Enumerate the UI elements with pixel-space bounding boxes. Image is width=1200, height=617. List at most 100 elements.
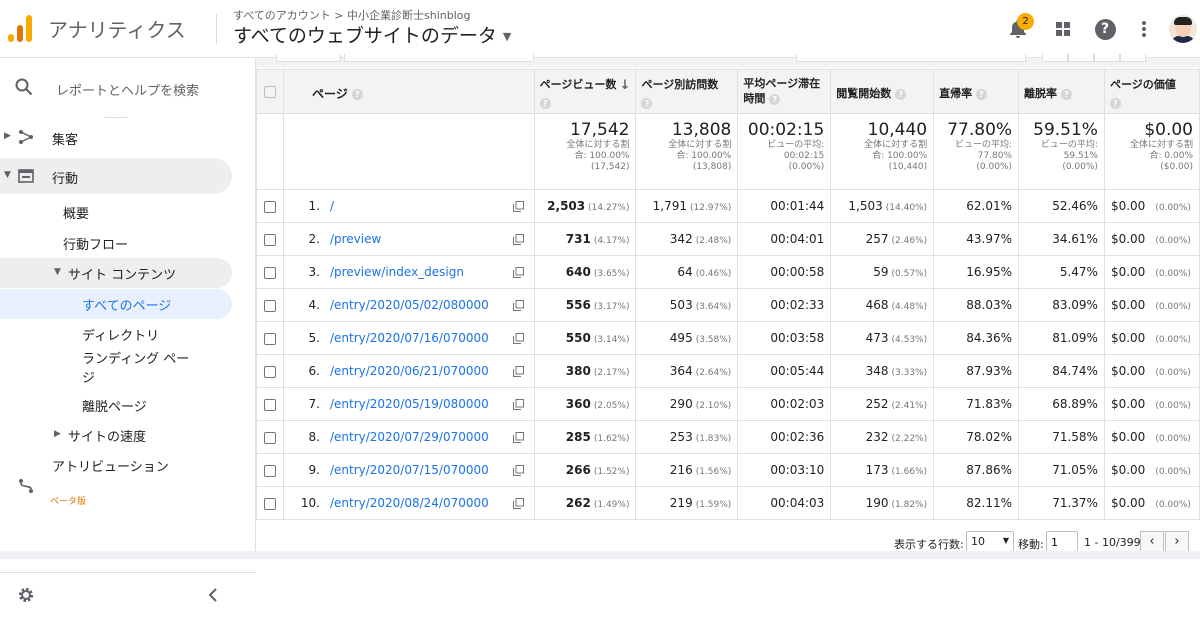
sidebar-item-attribution[interactable]: アトリビューション [0, 456, 232, 506]
pageviews-value: 640 [565, 265, 591, 279]
toolbar-button[interactable] [276, 54, 341, 62]
open-in-new-icon[interactable] [512, 498, 524, 509]
property-selector[interactable]: すべてのウェブサイトのデータ ▼ [233, 21, 511, 48]
page-link[interactable]: /preview/index_design [330, 265, 464, 279]
row-checkbox[interactable] [263, 464, 276, 477]
row-checkbox[interactable] [263, 332, 276, 345]
view-toggle[interactable] [1042, 54, 1068, 62]
sidebar-item-acquisition[interactable]: ▶ 集客 [0, 120, 232, 154]
view-toggle[interactable] [1120, 54, 1146, 62]
select-all-checkbox[interactable] [263, 86, 276, 98]
page-value: $0.00 [1110, 298, 1146, 312]
row-checkbox[interactable] [263, 200, 276, 213]
notifications-button[interactable]: 2 [1003, 12, 1034, 46]
help-icon[interactable]: ? [1109, 98, 1121, 109]
help-icon[interactable]: ? [1060, 88, 1072, 100]
table-row[interactable]: 7./entry/2020/05/19/080000 360 (2.05%) 290(… [256, 387, 1200, 421]
view-toggle[interactable] [1094, 54, 1120, 62]
row-checkbox[interactable] [263, 431, 276, 444]
avg-time-value: 00:02:36 [770, 430, 825, 444]
table-row[interactable]: 6./entry/2020/06/21/070000 380 (2.17%) 364(… [256, 354, 1200, 388]
open-in-new-icon[interactable] [512, 300, 524, 311]
open-in-new-icon[interactable] [512, 465, 524, 476]
column-header-avg-time[interactable]: 平均ページ滞在時間 ? [737, 69, 832, 114]
open-in-new-icon[interactable] [512, 432, 524, 443]
row-checkbox[interactable] [263, 497, 276, 510]
table-row[interactable]: 2./preview 731 (4.17%) 342 (2.48%) 00:04:01 25… [256, 222, 1200, 256]
next-page-button[interactable]: › [1165, 531, 1189, 553]
sidebar-item-exit-pages[interactable]: 離脱ページ [0, 392, 232, 418]
table-row[interactable]: 9./entry/2020/07/15/070000 266 (1.52%) 216(… [256, 453, 1200, 487]
help-icon[interactable]: ? [975, 88, 987, 100]
apps-button[interactable] [1048, 12, 1078, 46]
app-name[interactable]: アナリティクス [48, 14, 186, 43]
help-icon[interactable]: ? [769, 93, 781, 105]
page-link[interactable]: /entry/2020/06/21/070000 [330, 364, 489, 378]
page-link[interactable]: /entry/2020/05/02/080000 [330, 298, 489, 312]
sidebar-item-site-speed[interactable]: ▶ サイトの速度 [0, 422, 232, 448]
gear-icon[interactable] [17, 586, 35, 604]
sidebar-item-behavior[interactable]: ▼ 行動 [0, 158, 232, 194]
page-link[interactable]: /entry/2020/05/19/080000 [330, 397, 489, 411]
page-cell: 5. /entry/2020/07/16/070000 [282, 321, 535, 355]
column-header-entrances[interactable]: 閲覧開始数 ? [830, 69, 935, 114]
help-button[interactable]: ? [1090, 12, 1120, 46]
column-header-page[interactable]: ページ ? [282, 69, 535, 114]
page-link[interactable]: / [330, 199, 334, 213]
column-header-bounce-rate[interactable]: 直帰率 ? [933, 69, 1020, 114]
pageviews-value: 731 [565, 232, 591, 246]
sidebar-item-site-content[interactable]: ▼ サイト コンテンツ [0, 258, 232, 288]
unique-cell: 253 (1.83%) [635, 420, 739, 454]
page-link[interactable]: /preview [330, 232, 381, 246]
open-in-new-icon[interactable] [512, 333, 524, 344]
row-checkbox[interactable] [263, 398, 276, 411]
column-header-page-value[interactable]: ページの価値? [1103, 69, 1200, 114]
help-icon[interactable]: ? [539, 98, 551, 109]
page-link[interactable]: /entry/2020/07/15/070000 [330, 463, 489, 477]
avg-time-cell: 00:04:03 [737, 486, 832, 520]
page-link[interactable]: /entry/2020/07/16/070000 [330, 331, 489, 345]
goto-page-input[interactable] [1046, 531, 1078, 553]
open-in-new-icon[interactable] [512, 234, 524, 245]
table-row[interactable]: 4./entry/2020/05/02/080000 556 (3.17%) 503(… [256, 288, 1200, 322]
rows-per-page-select[interactable]: 10 ▼ [966, 531, 1014, 553]
sidebar-item-directory[interactable]: ディレクトリ [0, 321, 232, 347]
unique-pct: (3.64%) [695, 302, 732, 312]
sidebar-item-behavior-flow[interactable]: 行動フロー [0, 229, 232, 255]
page-link[interactable]: /entry/2020/07/29/070000 [330, 430, 489, 444]
column-header-unique-pageviews[interactable]: ページ別訪問数? [635, 69, 739, 114]
help-icon[interactable]: ? [641, 98, 653, 109]
analytics-logo[interactable] [8, 14, 34, 42]
report-search[interactable]: レポートとヘルプを検索 [0, 58, 256, 116]
sidebar-item-all-pages[interactable]: すべてのページ [0, 289, 232, 319]
toolbar-search[interactable] [796, 54, 1026, 62]
row-checkbox[interactable] [263, 233, 276, 246]
row-checkbox[interactable] [263, 365, 276, 378]
help-icon[interactable]: ? [351, 89, 363, 100]
prev-page-button[interactable]: ‹ [1140, 531, 1164, 553]
column-header-exit-rate[interactable]: 離脱率 ? [1018, 69, 1105, 114]
page-link[interactable]: /entry/2020/08/24/070000 [330, 496, 489, 510]
column-header-pageviews[interactable]: ページビュー数 ↓? [533, 69, 637, 114]
row-checkbox[interactable] [263, 266, 276, 279]
row-checkbox[interactable] [263, 299, 276, 312]
table-row[interactable]: 1./2,503 (14.27%) 1,791 (12.97%) 00:01:44 1,5… [256, 189, 1200, 223]
table-row[interactable]: 10./entry/2020/08/24/070000 262 (1.49%) 219… [256, 486, 1200, 520]
row-index: 3. [308, 265, 320, 279]
table-row[interactable]: 8./entry/2020/07/29/070000 285 (1.62%) 253(… [256, 420, 1200, 454]
open-in-new-icon[interactable] [512, 366, 524, 377]
table-row[interactable]: 5./entry/2020/07/16/070000 550 (3.14%) 495(… [256, 321, 1200, 355]
table-row[interactable]: 3./preview/index_design 640 (3.65%) 64 (0.46… [256, 255, 1200, 289]
sidebar-item-overview[interactable]: 概要 [0, 198, 232, 224]
more-options-button[interactable] [1129, 12, 1159, 46]
toolbar-button[interactable] [344, 54, 534, 62]
help-icon[interactable]: ? [895, 88, 907, 100]
open-in-new-icon[interactable] [512, 201, 524, 212]
view-toggle[interactable] [1068, 54, 1094, 62]
account-button[interactable] [1168, 12, 1198, 46]
open-in-new-icon[interactable] [512, 399, 524, 410]
sidebar-item-landing-pages[interactable]: ランディング ページ [0, 347, 232, 391]
scrollbar-track[interactable] [0, 551, 1200, 559]
open-in-new-icon[interactable] [512, 267, 524, 278]
collapse-chevron-left-icon[interactable] [208, 588, 218, 602]
